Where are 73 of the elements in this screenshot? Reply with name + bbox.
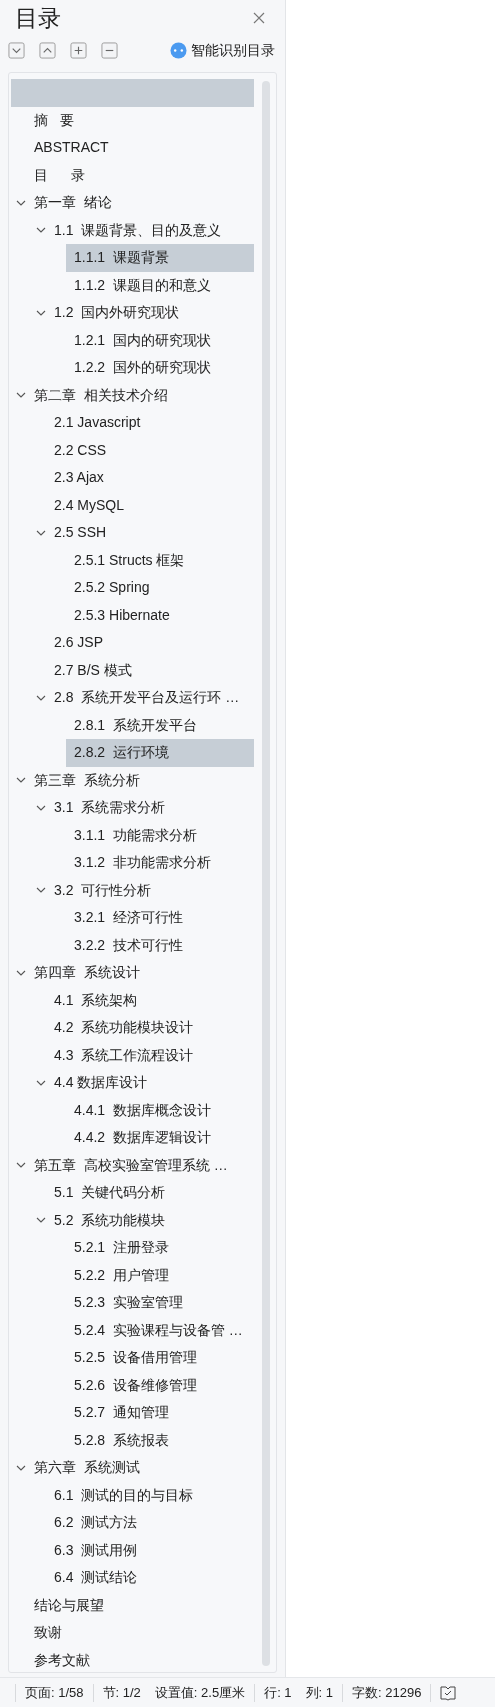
outline-item[interactable]: 2.8.1 系统开发平台 — [74, 714, 197, 736]
expand-all-icon[interactable] — [8, 41, 25, 59]
status-text: 页面: 1/58 — [25, 1683, 84, 1702]
outline-item[interactable]: 2.5.1 Structs 框架 — [74, 549, 185, 571]
outline-item[interactable]: 5.2.1 注册登录 — [74, 1237, 169, 1259]
plus-icon[interactable] — [70, 41, 87, 59]
outline-item[interactable]: 5.1 关键代码分析 — [54, 1182, 166, 1204]
outline-item[interactable]: 2.5.3 Hibernate — [74, 604, 170, 626]
outline-item[interactable]: 1.2.1 国内的研究现状 — [74, 329, 211, 351]
status-text: 列: 1 — [305, 1683, 334, 1702]
outline-item[interactable]: 5.2 系统功能模块 — [54, 1209, 166, 1231]
outline-item[interactable]: 3.2.2 技术可行性 — [74, 934, 183, 956]
outline-item[interactable]: 4.4.2 数据库逻辑设计 — [74, 1127, 211, 1149]
outline-item[interactable]: 目 录 — [34, 164, 86, 186]
outline-item[interactable]: 1.2 国内外研究现状 — [54, 302, 180, 324]
outline-item[interactable]: 5.2.5 设备借用管理 — [74, 1347, 197, 1369]
book-check-icon[interactable] — [440, 1684, 457, 1701]
close-icon[interactable] — [253, 12, 265, 24]
panel-title: 目录 — [15, 3, 61, 33]
outline-item[interactable]: 5.2.4 实验课程与设备管 … — [74, 1319, 243, 1341]
outline-item[interactable]: 2.7 B/S 模式 — [54, 659, 132, 681]
outline-item[interactable]: 摘 要 — [34, 109, 74, 131]
outline-item[interactable]: 2.1 Javascript — [54, 412, 141, 434]
status-text: 设置值: 2.5厘米 — [154, 1683, 246, 1702]
outline-item[interactable]: 5.2.3 实验室管理 — [74, 1292, 183, 1314]
outline-item[interactable]: 2.8 系统开发平台及运行环 … — [54, 687, 240, 709]
outline-item[interactable]: ABSTRACT — [34, 137, 109, 159]
outline-item[interactable]: 第三章 系统分析 — [34, 769, 140, 791]
outline-item[interactable]: 第五章 高校实验室管理系统 … — [34, 1154, 228, 1176]
outline-item[interactable]: 4.3 系统工作流程设计 — [54, 1044, 194, 1066]
outline-item[interactable]: 4.2 系统功能模块设计 — [54, 1017, 194, 1039]
outline-item[interactable]: 1.2.2 国外的研究现状 — [74, 357, 211, 379]
outline-item[interactable]: 3.1 系统需求分析 — [54, 797, 166, 819]
outline-item[interactable]: 3.1.1 功能需求分析 — [74, 824, 197, 846]
outline-item[interactable]: 1.1.2 课题目的和意义 — [74, 274, 211, 296]
outline-item[interactable]: 2.5 SSH — [54, 522, 107, 544]
minus-icon[interactable] — [101, 41, 118, 59]
outline-item[interactable]: 第六章 系统测试 — [34, 1457, 140, 1479]
outline-item[interactable]: 第四章 系统设计 — [34, 962, 140, 984]
outline-item[interactable]: 2.4 MySQL — [54, 494, 125, 516]
outline-item[interactable]: 致谢 — [34, 1622, 62, 1644]
outline-item[interactable]: 第一章 绪论 — [34, 192, 112, 214]
status-text: 节: 1/2 — [102, 1683, 141, 1702]
status-text: 行: 1 — [264, 1683, 292, 1702]
outline-item[interactable]: 4.1 系统架构 — [54, 989, 138, 1011]
outline-item[interactable]: 5.2.2 用户管理 — [74, 1264, 169, 1286]
outline-item[interactable]: 5.2.6 设备维修管理 — [74, 1374, 197, 1396]
outline-item[interactable]: 结论与展望 — [34, 1594, 104, 1616]
robot-icon — [170, 41, 187, 59]
outline-item[interactable]: 2.5.2 Spring — [74, 577, 150, 599]
outline-item[interactable]: 3.2 可行性分析 — [54, 879, 152, 901]
outline-item[interactable]: 5.2.8 系统报表 — [74, 1429, 169, 1451]
outline-item[interactable]: 2.6 JSP — [54, 632, 104, 654]
outline-item[interactable]: 6.4 测试结论 — [54, 1567, 138, 1589]
outline-item[interactable]: 6.3 测试用例 — [54, 1539, 138, 1561]
outline-item[interactable]: 6.1 测试的目的与目标 — [54, 1484, 194, 1506]
smart-toc-button[interactable]: 智能识别目录 — [170, 39, 275, 61]
outline-item[interactable]: 2.3 Ajax — [54, 467, 104, 489]
outline-item[interactable]: 第二章 相关技术介绍 — [34, 384, 168, 406]
outline-item[interactable]: 2.8.2 运行环境 — [74, 742, 169, 764]
outline-item[interactable]: 5.2.7 通知管理 — [74, 1402, 169, 1424]
scrollbar-thumb[interactable] — [262, 81, 270, 1666]
outline-item[interactable]: 1.1.1 课题背景 — [74, 247, 169, 269]
outline-item[interactable]: 3.2.1 经济可行性 — [74, 907, 183, 929]
status-text: 字数: 21296 — [352, 1683, 422, 1702]
collapse-all-icon[interactable] — [39, 41, 56, 59]
outline-item[interactable]: 参考文献 — [34, 1649, 90, 1671]
outline-item[interactable]: 3.1.2 非功能需求分析 — [74, 852, 211, 874]
outline-item[interactable]: 6.2 测试方法 — [54, 1512, 138, 1534]
outline-item[interactable]: 1.1 课题背景、目的及意义 — [54, 219, 222, 241]
outline-item[interactable]: 2.2 CSS — [54, 439, 107, 461]
outline-item[interactable]: 4.4.1 数据库概念设计 — [74, 1099, 211, 1121]
outline-item[interactable]: 4.4 数据库设计 — [54, 1072, 148, 1094]
